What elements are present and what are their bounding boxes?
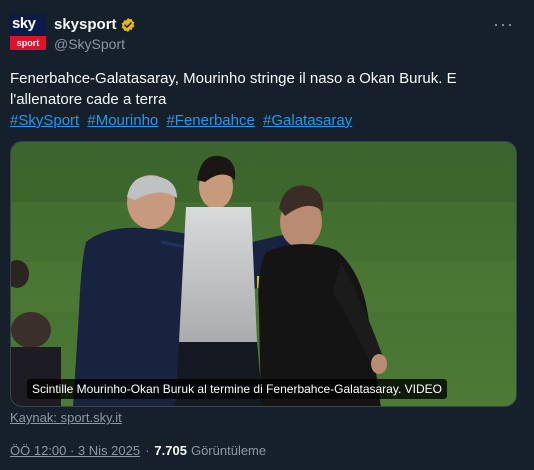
author-names: skysport @SkySport [54, 16, 136, 52]
view-count-label: Görüntüleme [190, 443, 267, 458]
name-row: skysport [54, 16, 136, 33]
hashtag-link[interactable]: #Mourinho [87, 112, 158, 129]
media-caption: Scintille Mourinho-Okan Buruk al termine… [27, 379, 447, 399]
avatar[interactable]: sky sport [10, 14, 46, 52]
media-preview[interactable]: Scintille Mourinho-Okan Buruk al termine… [10, 141, 517, 407]
hashtag-list: #SkySport #Mourinho #Fenerbahce #Galatas… [10, 110, 356, 131]
source-link[interactable]: Kaynak: sport.sky.it [10, 410, 122, 425]
avatar-logo-sport: sport [10, 36, 46, 50]
meta-separator: · [145, 443, 150, 458]
tweet-card: sky sport skysport @SkySport ··· Fenerba… [0, 0, 534, 470]
verified-badge-icon[interactable] [120, 17, 136, 33]
avatar-logo-sky: sky [12, 15, 36, 32]
more-options-icon[interactable]: ··· [493, 14, 514, 35]
timestamp-link[interactable]: ÖÖ 12:00 · 3 Nis 2025 [10, 443, 140, 458]
tweet-text: Fenerbahce-Galatasaray, Mourinho stringe… [10, 70, 457, 108]
display-name[interactable]: skysport [54, 16, 117, 33]
view-count: 7.705 [154, 443, 187, 458]
hashtag-link[interactable]: #SkySport [10, 112, 79, 129]
hashtag-link[interactable]: #Galatasaray [263, 112, 352, 129]
account-handle[interactable]: @SkySport [54, 36, 136, 52]
tweet-meta: ÖÖ 12:00 · 3 Nis 2025 · 7.705 Görüntülem… [10, 443, 266, 458]
hashtag-link[interactable]: #Fenerbahce [166, 112, 254, 129]
media-photo [11, 142, 516, 406]
tweet-header: sky sport skysport @SkySport [10, 14, 136, 52]
